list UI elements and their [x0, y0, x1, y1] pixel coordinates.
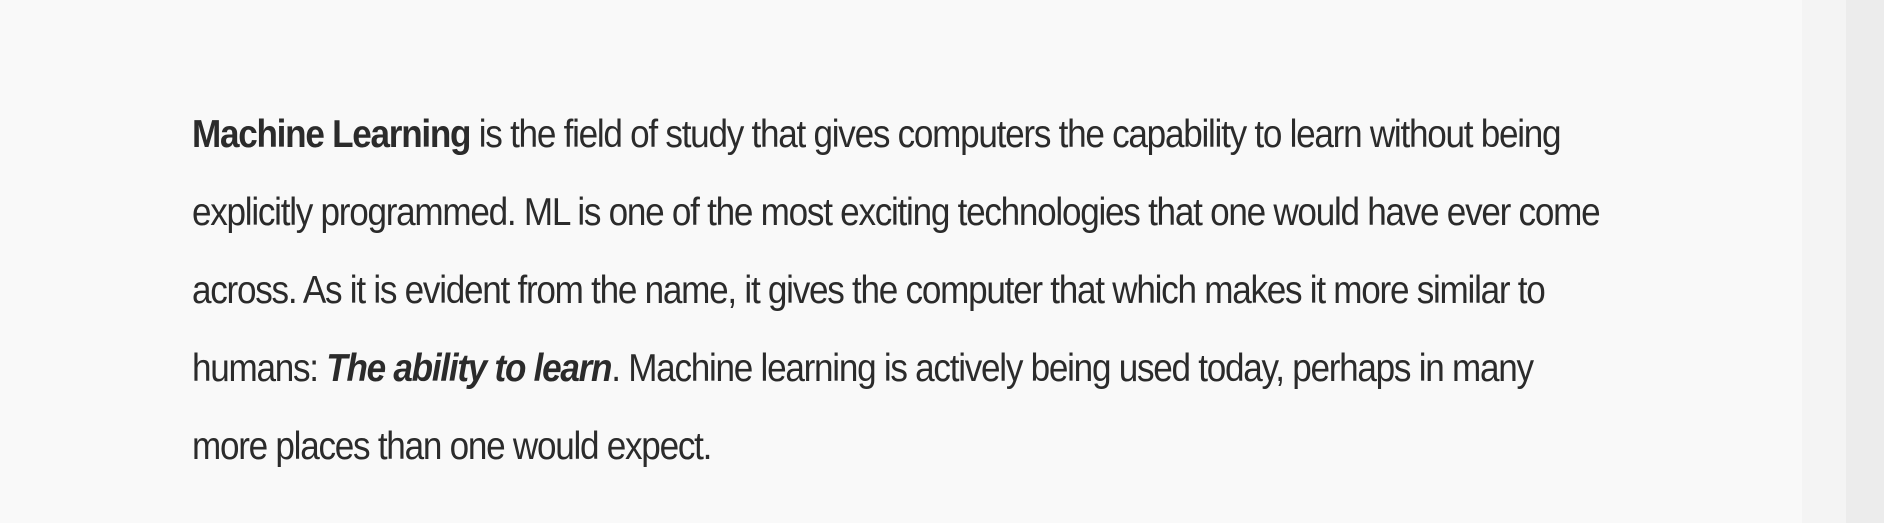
- scrollbar-thumb[interactable]: [1846, 0, 1884, 523]
- scrollbar-track[interactable]: [1802, 0, 1846, 523]
- article-content-panel: Machine Learning is the field of study t…: [0, 0, 1802, 523]
- emphasis-ability-to-learn: The ability to learn: [326, 347, 612, 390]
- term-machine-learning: Machine Learning: [192, 113, 472, 156]
- article-paragraph: Machine Learning is the field of study t…: [192, 96, 1605, 486]
